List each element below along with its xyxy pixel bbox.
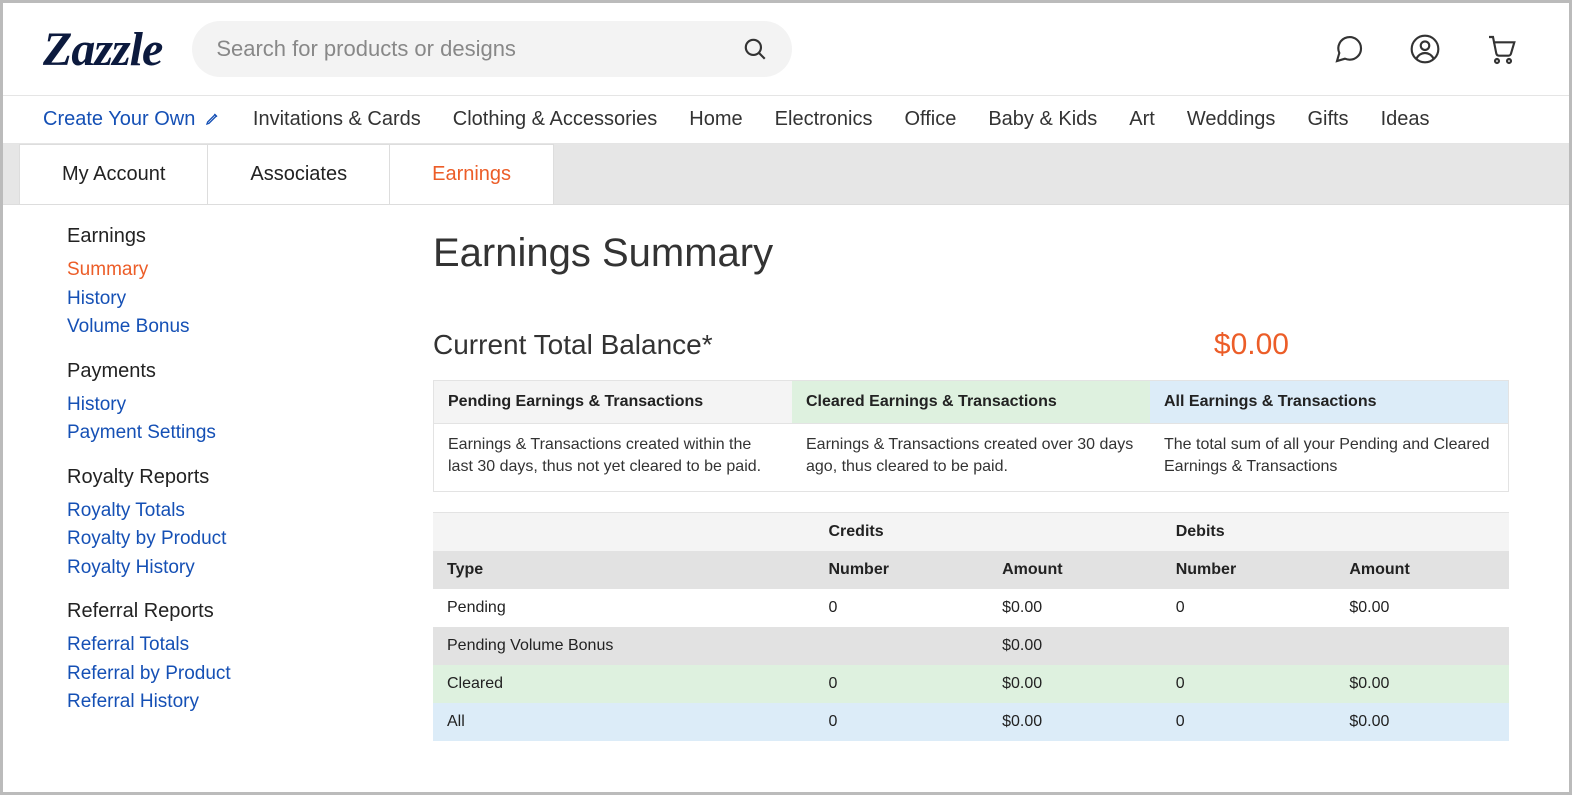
sidebar-group-royalty: Royalty Reports (67, 466, 363, 489)
cell-credits-amt: $0.00 (988, 703, 1162, 741)
cell-debits-amt: $0.00 (1335, 589, 1509, 627)
cell-type: Pending (433, 589, 815, 627)
nav-item-clothing[interactable]: Clothing & Accessories (453, 108, 658, 131)
user-icon[interactable] (1409, 33, 1441, 65)
legend-head-cleared: Cleared Earnings & Transactions (792, 381, 1150, 423)
legend-body-cleared: Earnings & Transactions created over 30 … (792, 423, 1150, 491)
sidebar-group-earnings: Earnings (67, 225, 363, 248)
table-row: Pending 0 $0.00 0 $0.00 (433, 589, 1509, 627)
nav-item-ideas[interactable]: Ideas (1381, 108, 1430, 131)
sidebar-link-payment-settings[interactable]: Payment Settings (67, 419, 363, 448)
search-box[interactable] (192, 21, 792, 77)
logo[interactable]: Zazzle (43, 22, 162, 77)
legend: Pending Earnings & Transactions Earnings… (433, 380, 1509, 492)
tab-earnings[interactable]: Earnings (389, 144, 554, 204)
cell-type: Cleared (433, 665, 815, 703)
cell-credits-num (815, 627, 989, 665)
nav-item-gifts[interactable]: Gifts (1307, 108, 1348, 131)
cell-debits-amt (1335, 627, 1509, 665)
header: Zazzle (3, 3, 1569, 96)
nav-item-office[interactable]: Office (904, 108, 956, 131)
sidebar-link-referral-history[interactable]: Referral History (67, 688, 363, 717)
cell-type: All (433, 703, 815, 741)
th-credits-amount: Amount (988, 551, 1162, 589)
cell-debits-num: 0 (1162, 703, 1336, 741)
cell-credits-num: 0 (815, 703, 989, 741)
content: Earnings Summary Current Total Balance* … (363, 213, 1569, 741)
header-icons (1333, 33, 1517, 65)
account-tabs: My Account Associates Earnings (3, 144, 1569, 205)
sidebar-link-history[interactable]: History (67, 285, 363, 314)
legend-head-pending: Pending Earnings & Transactions (434, 381, 792, 423)
table-row: All 0 $0.00 0 $0.00 (433, 703, 1509, 741)
cart-icon[interactable] (1485, 33, 1517, 65)
cell-credits-num: 0 (815, 589, 989, 627)
sidebar-group-referral: Referral Reports (67, 600, 363, 623)
sidebar-link-royalty-totals[interactable]: Royalty Totals (67, 497, 363, 526)
tab-associates[interactable]: Associates (207, 144, 390, 204)
nav-item-baby-kids[interactable]: Baby & Kids (988, 108, 1097, 131)
th-credits: Credits (815, 513, 1162, 552)
sidebar-group-payments: Payments (67, 360, 363, 383)
th-type: Type (433, 551, 815, 589)
sidebar-link-referral-totals[interactable]: Referral Totals (67, 631, 363, 660)
cell-credits-num: 0 (815, 665, 989, 703)
cell-debits-amt: $0.00 (1335, 665, 1509, 703)
chat-icon[interactable] (1333, 33, 1365, 65)
cell-debits-amt: $0.00 (1335, 703, 1509, 741)
sidebar-link-referral-by-product[interactable]: Referral by Product (67, 660, 363, 689)
th-debits: Debits (1162, 513, 1509, 552)
nav-item-invitations[interactable]: Invitations & Cards (253, 108, 421, 131)
sidebar-link-royalty-by-product[interactable]: Royalty by Product (67, 525, 363, 554)
cell-debits-num: 0 (1162, 589, 1336, 627)
sidebar-link-payments-history[interactable]: History (67, 391, 363, 420)
balance-label: Current Total Balance* (433, 329, 713, 361)
table-row: Pending Volume Bonus $0.00 (433, 627, 1509, 665)
search-input[interactable] (216, 36, 732, 62)
nav-item-electronics[interactable]: Electronics (775, 108, 873, 131)
nav-item-weddings[interactable]: Weddings (1187, 108, 1276, 131)
cell-debits-num: 0 (1162, 665, 1336, 703)
nav-item-art[interactable]: Art (1129, 108, 1155, 131)
cell-credits-amt: $0.00 (988, 665, 1162, 703)
th-debits-number: Number (1162, 551, 1336, 589)
earnings-table: Credits Debits Type Number Amount Number… (433, 512, 1509, 741)
sidebar-link-summary[interactable]: Summary (67, 256, 363, 285)
nav-create-your-own[interactable]: Create Your Own (43, 108, 221, 131)
cell-credits-amt: $0.00 (988, 627, 1162, 665)
legend-head-all: All Earnings & Transactions (1150, 381, 1508, 423)
th-credits-number: Number (815, 551, 989, 589)
pencil-icon (205, 110, 221, 126)
legend-body-all: The total sum of all your Pending and Cl… (1150, 423, 1508, 491)
th-debits-amount: Amount (1335, 551, 1509, 589)
tab-my-account[interactable]: My Account (19, 144, 208, 204)
sidebar: Earnings Summary History Volume Bonus Pa… (3, 213, 363, 741)
balance-row: Current Total Balance* $0.00 (433, 328, 1509, 362)
sidebar-link-volume-bonus[interactable]: Volume Bonus (67, 313, 363, 342)
page-title: Earnings Summary (433, 231, 1509, 276)
cell-type: Pending Volume Bonus (433, 627, 815, 665)
main-nav: Create Your Own Invitations & Cards Clot… (3, 96, 1569, 144)
legend-body-pending: Earnings & Transactions created within t… (434, 423, 792, 491)
nav-item-home[interactable]: Home (689, 108, 742, 131)
cell-debits-num (1162, 627, 1336, 665)
balance-value: $0.00 (1214, 328, 1289, 362)
table-row: Cleared 0 $0.00 0 $0.00 (433, 665, 1509, 703)
sidebar-link-royalty-history[interactable]: Royalty History (67, 554, 363, 583)
search-icon[interactable] (742, 36, 768, 62)
cell-credits-amt: $0.00 (988, 589, 1162, 627)
